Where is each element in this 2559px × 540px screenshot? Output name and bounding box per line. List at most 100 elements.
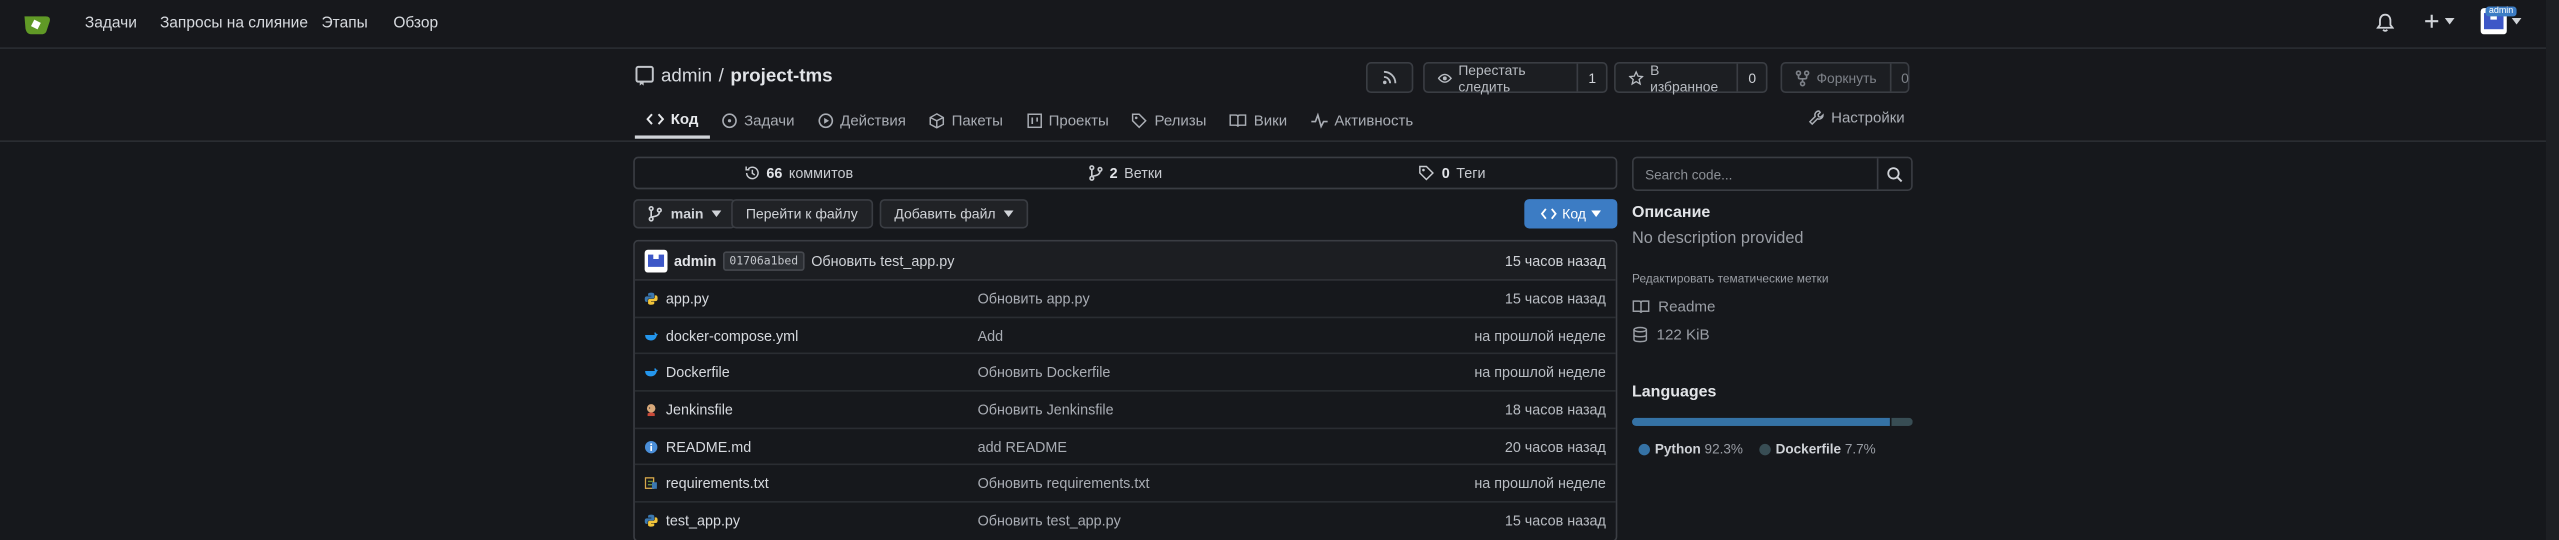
search-button[interactable]: [1876, 158, 1911, 190]
repo-owner-link[interactable]: admin: [661, 66, 712, 86]
nav-milestones[interactable]: Этапы: [322, 15, 368, 33]
file-name-cell[interactable]: requirements.txt: [644, 475, 769, 492]
database-icon: [1633, 326, 1648, 343]
tools-icon: [1808, 110, 1824, 126]
page-scrollbar[interactable]: [2545, 0, 2559, 540]
file-commit-message[interactable]: Обновить app.py: [978, 290, 1090, 306]
file-name[interactable]: Dockerfile: [666, 364, 730, 380]
user-menu[interactable]: admin: [2480, 6, 2522, 35]
file-row[interactable]: Dockerfile Обновить Dockerfile на прошло…: [634, 355, 1616, 392]
file-commit-time: на прошлой неделе: [1474, 364, 1606, 381]
file-name[interactable]: test_app.py: [666, 513, 740, 529]
file-commit-message[interactable]: Обновить Jenkinsfile: [978, 401, 1114, 417]
branches-stat[interactable]: 2 Ветки: [962, 158, 1289, 187]
file-name-cell[interactable]: README.md: [644, 438, 751, 455]
package-icon: [929, 113, 945, 129]
tab-projects[interactable]: Проекты: [1014, 103, 1120, 139]
watch-button[interactable]: Перестать следить 1: [1423, 61, 1608, 94]
repo-name-link[interactable]: project-tms: [730, 66, 832, 86]
file-name-cell[interactable]: Jenkinsfile: [645, 401, 733, 418]
repo-separator: /: [718, 66, 724, 86]
tab-activity[interactable]: Активность: [1299, 103, 1425, 139]
file-name[interactable]: README.md: [666, 438, 751, 454]
branch-icon: [648, 205, 662, 222]
watch-count[interactable]: 1: [1576, 63, 1606, 92]
search-input[interactable]: [1633, 158, 1877, 190]
repo-title: admin / project-tms: [635, 65, 833, 86]
file-table: admin 01706a1bed Обновить test_app.py 15…: [633, 239, 1618, 540]
file-name[interactable]: docker-compose.yml: [666, 327, 798, 343]
file-row[interactable]: README.md add README 20 часов назад: [634, 429, 1616, 466]
requirements-icon: [644, 477, 658, 490]
star-count[interactable]: 0: [1736, 63, 1766, 92]
tags-stat[interactable]: 0 Теги: [1289, 158, 1616, 187]
tab-issues[interactable]: Задачи: [710, 103, 806, 139]
author-avatar[interactable]: [644, 248, 668, 272]
tab-settings[interactable]: Настройки: [1808, 109, 1905, 126]
file-commit-message[interactable]: Обновить requirements.txt: [978, 475, 1150, 491]
star-button[interactable]: В избранное 0: [1614, 61, 1768, 94]
file-name-cell[interactable]: app.py: [644, 290, 709, 307]
commit-sha[interactable]: 01706a1bed: [722, 250, 805, 271]
goto-file-button[interactable]: Перейти к файлу: [731, 199, 873, 229]
file-commit-message[interactable]: add README: [978, 438, 1067, 454]
bell-icon[interactable]: [2376, 13, 2395, 33]
code-search: [1632, 156, 1913, 191]
file-name-cell[interactable]: Dockerfile: [645, 364, 730, 381]
readme-link[interactable]: Readme: [1632, 299, 1715, 315]
languages-title: Languages: [1632, 383, 1717, 402]
file-commit-time: 15 часов назад: [1504, 290, 1606, 307]
file-name-cell[interactable]: test_app.py: [644, 513, 740, 530]
language-dockerfile[interactable]: Dockerfile 7.7%: [1759, 441, 1876, 457]
file-row[interactable]: docker-compose.yml Add на прошлой неделе: [634, 318, 1616, 355]
commit-author[interactable]: admin: [674, 252, 716, 268]
commit-time: 15 часов назад: [1504, 252, 1606, 269]
language-legend: Python 92.3% Dockerfile 7.7%: [1638, 441, 1876, 457]
fork-button[interactable]: Форкнуть 0: [1780, 62, 1910, 94]
file-name-cell[interactable]: docker-compose.yml: [645, 327, 798, 344]
tab-code[interactable]: Код: [634, 103, 710, 139]
chevron-down-icon: [2511, 17, 2522, 25]
edit-topics-link[interactable]: Редактировать тематические метки: [1632, 271, 1828, 286]
tag-icon: [1132, 113, 1148, 129]
project-icon: [1026, 113, 1042, 129]
create-menu[interactable]: [2424, 13, 2455, 29]
repo-stats-bar: 66 коммитов 2 Ветки 0 Теги: [633, 156, 1618, 190]
tab-actions[interactable]: Действия: [806, 103, 917, 139]
gitea-logo-icon[interactable]: [23, 11, 52, 37]
star-icon: [1628, 69, 1644, 85]
file-commit-message[interactable]: Обновить Dockerfile: [978, 364, 1111, 380]
file-row[interactable]: test_app.py Обновить test_app.py 15 часо…: [635, 503, 1616, 540]
latest-commit-row: admin 01706a1bed Обновить test_app.py 15…: [634, 241, 1616, 281]
language-python[interactable]: Python 92.3%: [1638, 441, 1743, 457]
tab-settings-label: Настройки: [1831, 109, 1905, 126]
file-commit-message[interactable]: Обновить test_app.py: [978, 513, 1121, 529]
chevron-down-icon: [1003, 210, 1014, 218]
tab-packages[interactable]: Пакеты: [917, 103, 1014, 139]
tab-code-label: Код: [670, 110, 699, 128]
file-name[interactable]: app.py: [666, 290, 709, 306]
file-commit-message[interactable]: Add: [978, 327, 1004, 343]
tab-wiki-label: Вики: [1253, 112, 1288, 129]
nav-pull-requests[interactable]: Запросы на слияние: [160, 15, 308, 33]
issue-icon: [722, 113, 737, 129]
add-file-button[interactable]: Добавить файл: [879, 199, 1029, 229]
branch-selector[interactable]: main: [633, 199, 737, 229]
rss-button[interactable]: [1366, 62, 1414, 94]
file-row[interactable]: app.py Обновить app.py 15 часов назад: [634, 281, 1616, 318]
file-name[interactable]: Jenkinsfile: [666, 401, 733, 417]
nav-explore[interactable]: Обзор: [393, 15, 438, 33]
tab-releases[interactable]: Релизы: [1120, 103, 1218, 139]
tab-projects-label: Проекты: [1048, 112, 1109, 129]
commit-message[interactable]: Обновить test_app.py: [811, 252, 954, 268]
nav-issues[interactable]: Задачи: [85, 15, 137, 33]
file-name[interactable]: requirements.txt: [666, 475, 769, 491]
fork-count[interactable]: 0: [1889, 63, 1919, 92]
tab-wiki[interactable]: Вики: [1218, 103, 1299, 139]
clone-code-button[interactable]: Код: [1524, 199, 1618, 229]
file-row[interactable]: Jenkinsfile Обновить Jenkinsfile 18 часо…: [634, 392, 1616, 429]
file-row[interactable]: requirements.txt Обновить requirements.t…: [634, 466, 1616, 503]
commits-stat[interactable]: 66 коммитов: [635, 158, 962, 187]
branch-name: main: [670, 205, 704, 222]
repo-icon: [635, 65, 654, 86]
